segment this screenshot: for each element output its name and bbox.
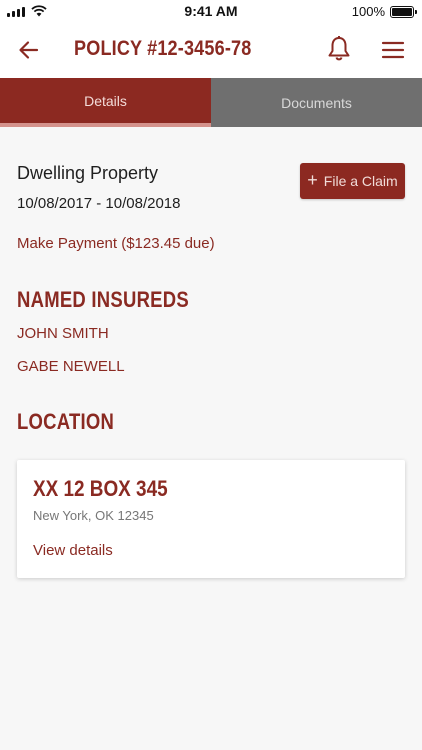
tab-documents[interactable]: Documents bbox=[211, 78, 422, 127]
battery-icon bbox=[390, 6, 417, 18]
status-bar: 9:41 AM 100% bbox=[0, 0, 422, 24]
insured-name: GABE NEWELL bbox=[17, 358, 125, 375]
plus-icon: + bbox=[307, 170, 318, 190]
battery-percentage: 100% bbox=[351, 4, 385, 19]
policy-dates: 10/08/2017 - 10/08/2018 bbox=[17, 195, 181, 212]
page-title: POLICY #12-3456-78 bbox=[74, 37, 252, 60]
tab-bar: Details Documents bbox=[0, 78, 422, 127]
file-claim-label: File a Claim bbox=[323, 173, 398, 189]
make-payment-link[interactable]: Make Payment ($123.45 due) bbox=[17, 235, 215, 252]
file-claim-button[interactable]: + File a Claim bbox=[300, 163, 405, 199]
property-type: Dwelling Property bbox=[17, 163, 159, 183]
location-heading: LOCATION bbox=[17, 409, 115, 434]
location-city: New York, OK 12345 bbox=[33, 508, 154, 523]
named-insureds-heading: NAMED INSUREDS bbox=[17, 287, 189, 312]
back-arrow-icon[interactable] bbox=[16, 37, 42, 63]
location-card[interactable]: XX 12 BOX 345 New York, OK 12345 View de… bbox=[17, 460, 405, 578]
bell-icon[interactable] bbox=[326, 35, 352, 63]
navigation-bar: POLICY #12-3456-78 bbox=[0, 24, 422, 78]
hamburger-menu-icon[interactable] bbox=[381, 39, 405, 61]
tab-details[interactable]: Details bbox=[0, 78, 211, 127]
location-address: XX 12 BOX 345 bbox=[33, 476, 168, 501]
insured-name: JOHN SMITH bbox=[17, 325, 109, 342]
view-details-link[interactable]: View details bbox=[33, 542, 113, 559]
